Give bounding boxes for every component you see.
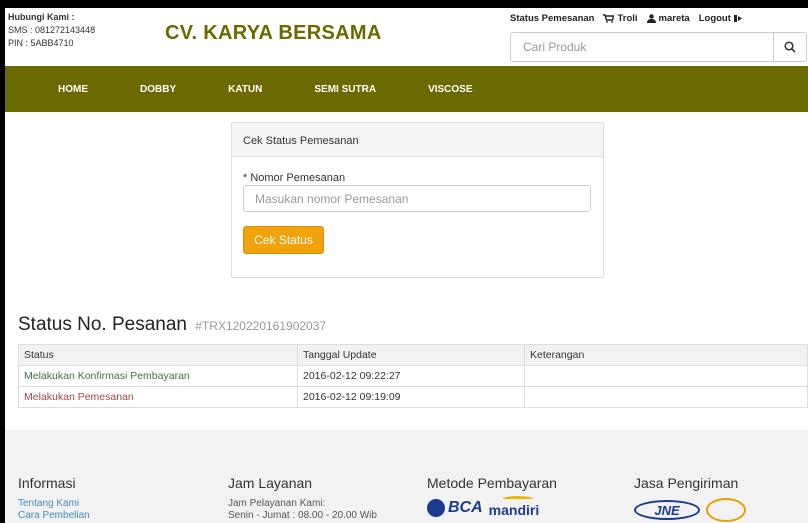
search-icon [784,41,796,53]
user-link[interactable]: mareta [646,13,690,24]
nav-dobby[interactable]: DOBBY [140,84,176,95]
mandiri-wave-icon [502,496,533,502]
check-status-button[interactable]: Cek Status [243,226,324,254]
row-note [524,386,808,408]
order-number-input[interactable] [243,185,591,212]
site-header: Hubungi Kami : SMS : 081272143448 PIN : … [5,8,808,66]
status-heading: Status No. Pesanan [18,314,187,335]
top-links: Status Pemesanan Troli mareta Logout [510,13,743,24]
contact-sms: SMS : 081272143448 [8,25,96,35]
row-note [524,365,808,387]
nav-semi-sutra[interactable]: SEMI SUTRA [314,84,376,95]
jne-logo: JNE [634,500,700,520]
cart-label: Troli [617,13,638,24]
bca-label: BCA [448,499,483,516]
footer-hours-line: Jam Pelayanan Kami: [228,498,326,509]
cart-icon [603,14,615,23]
nav-viscose[interactable]: VISCOSE [428,84,472,95]
footer-info-title: Informasi [18,475,76,491]
status-title: Status No. Pesanan #TRX120220161902037 [18,314,326,336]
payment-logos: BCA mandiri [427,496,557,518]
bca-logo: BCA [427,499,483,517]
brand-logo[interactable]: CV. KARYA BERSAMA [165,22,382,45]
cart-link[interactable]: Troli [603,13,638,24]
row-status: Melakukan Konfirmasi Pembayaran [18,365,298,387]
panel-heading: Cek Status Pemesanan [232,123,603,157]
table-header-row: Status Tanggal Update Keterangan [18,344,808,366]
mandiri-label: mandiri [488,502,540,518]
col-date: Tanggal Update [297,344,525,366]
site-footer: Informasi Tentang Kami Cara Pembelian Ja… [5,430,808,523]
contact-title: Hubungi Kami : [8,12,75,22]
window-frame-top [0,0,808,8]
footer-payment: Metode Pembayaran BCA mandiri [427,475,557,518]
logout-link[interactable]: Logout [699,13,743,24]
main-nav: HOME DOBBY KATUN SEMI SUTRA VISCOSE [5,66,808,112]
row-date: 2016-02-12 09:19:09 [297,386,525,408]
mandiri-logo: mandiri [488,496,540,518]
pos-logo-icon [706,498,746,522]
logout-label: Logout [698,13,731,24]
col-note: Keterangan [524,344,808,366]
col-status: Status [18,344,298,366]
nav-katun[interactable]: KATUN [228,84,262,95]
footer-shipping-title: Jasa Pengiriman [634,475,739,491]
search-input[interactable] [511,33,773,61]
footer-link-tentang[interactable]: Tentang Kami [18,498,90,510]
contact-info: Hubungi Kami : SMS : 081272143448 PIN : … [8,11,95,50]
order-number-label: * Nomor Pemesanan [243,172,346,184]
user-icon [646,14,656,23]
status-pemesanan-link[interactable]: Status Pemesanan [510,13,594,24]
footer-info: Informasi Tentang Kami Cara Pembelian [18,475,90,522]
row-date: 2016-02-12 09:22:27 [297,365,525,387]
logout-icon [733,15,742,22]
footer-hours-title: Jam Layanan [228,475,313,491]
table-row: Melakukan Konfirmasi Pembayaran 2016-02-… [18,365,808,387]
row-status: Melakukan Pemesanan [18,386,298,408]
shipping-logos: JNE [634,498,746,522]
nav-home[interactable]: HOME [58,84,88,95]
check-status-panel: Cek Status Pemesanan * Nomor Pemesanan C… [231,122,604,278]
footer-payment-title: Metode Pembayaran [427,475,557,491]
user-name: mareta [658,13,690,24]
footer-hours-line: Senin - Jumat : 08.00 - 20.00 Wib [228,510,377,521]
search-button[interactable] [773,33,806,61]
footer-link-cara[interactable]: Cara Pembelian [18,510,90,522]
order-number: #TRX120220161902037 [195,319,327,333]
footer-shipping: Jasa Pengiriman JNE [634,475,746,522]
bca-mark-icon [427,499,445,517]
search-box [510,32,807,62]
contact-pin: PIN : 5ABB4710 [8,38,74,48]
status-table: Status Tanggal Update Keterangan Melakuk… [18,344,808,408]
table-row: Melakukan Pemesanan 2016-02-12 09:19:09 [18,386,808,408]
footer-hours: Jam Layanan Jam Pelayanan Kami: Senin - … [228,475,377,522]
